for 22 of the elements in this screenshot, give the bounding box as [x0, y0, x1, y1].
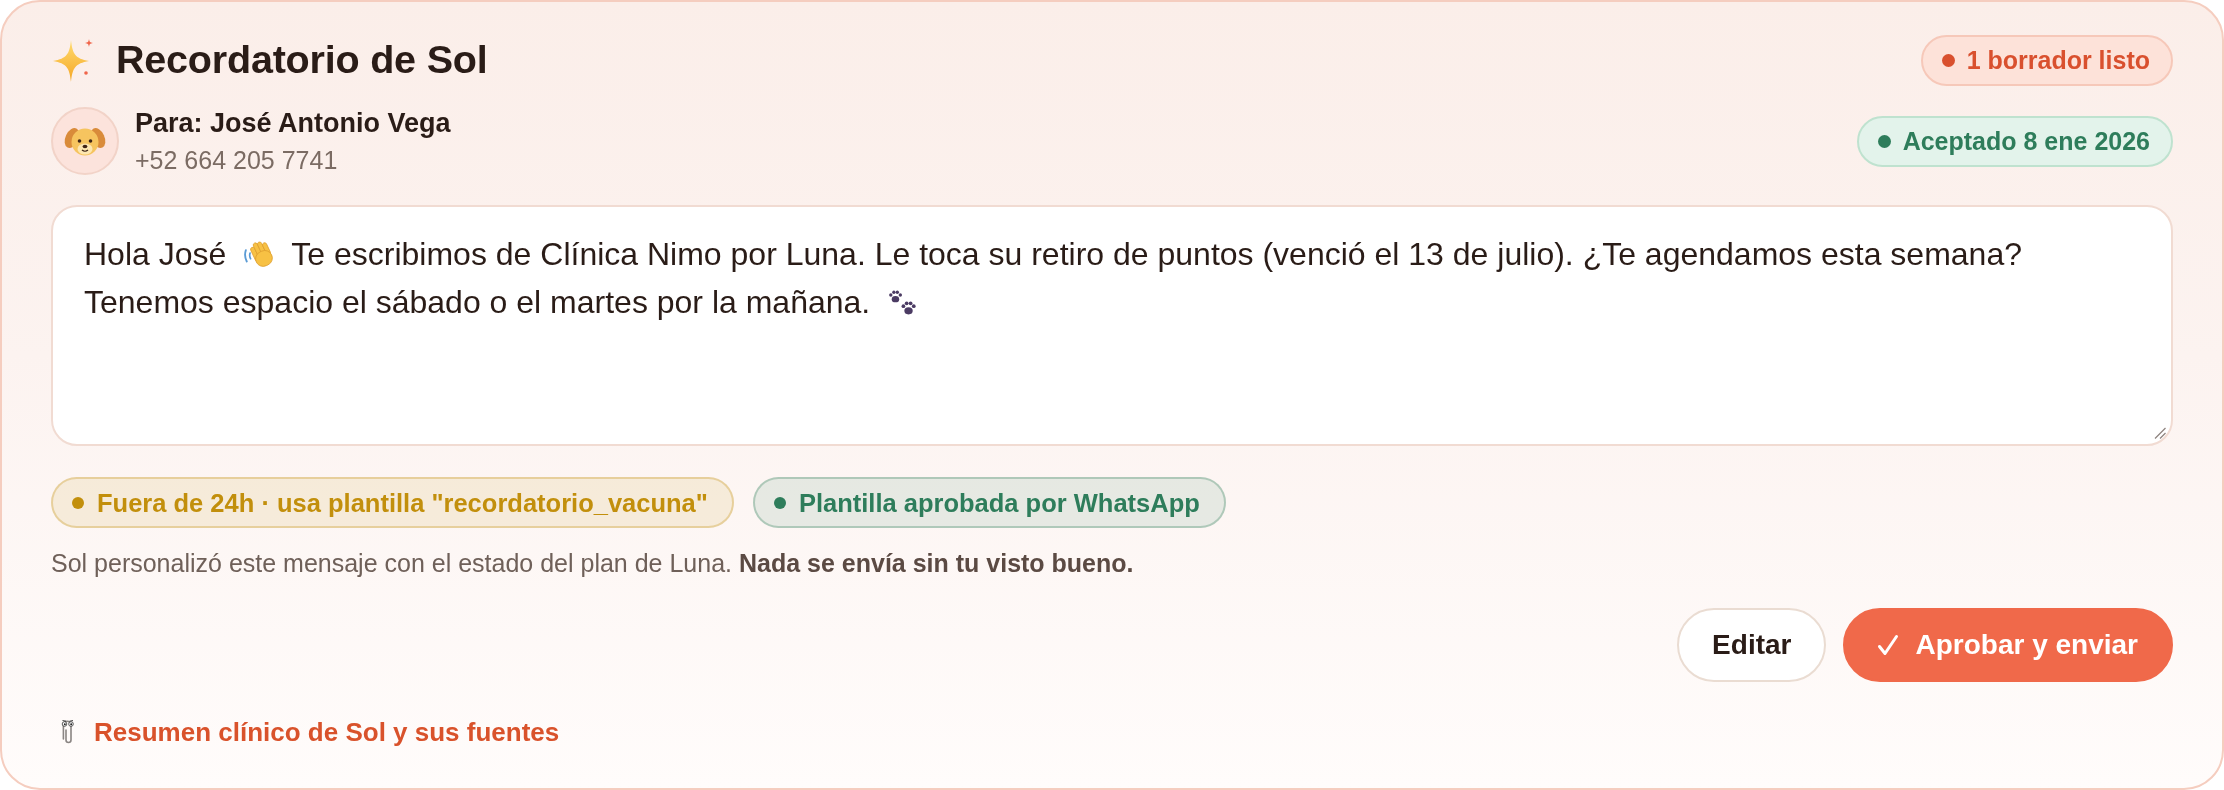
card-title: Recordatorio de Sol [116, 38, 488, 82]
check-icon [1877, 634, 1900, 656]
paperclip-icon [60, 718, 76, 746]
message-text: Tenemos espacio el sábado o el martes por la mañana. [84, 283, 871, 322]
approval-note: Sol personalizó este mensaje con el estado del plan de Luna. Nada se envía sin tu visto bueno. [51, 548, 1134, 578]
waving-hand-icon [243, 238, 276, 270]
status-dot-icon [1877, 134, 1891, 148]
dog-avatar-icon [51, 107, 119, 175]
paw-prints-icon [886, 288, 919, 316]
tag-label: Plantilla aprobada por WhatsApp [798, 487, 1200, 518]
sources-link[interactable]: Resumen clínico de Sol y sus fuentes [94, 717, 560, 747]
message-text: Te escribimos de Clínica Nimo por Luna. Le toca su retiro de puntos (venció el 13 de julio). ¿Te agendamos esta semana? [291, 235, 2022, 274]
phone-number: +52 664 205 7741 [135, 146, 339, 174]
message-field[interactable]: Hola José Te escribimos de Clínica Nimo por Luna. Le toca su retiro de puntos (venció el 13 de julio). ¿Te agendamos esta semana? Tenemos espacio el sábado o el martes por la mañana. [51, 205, 2173, 446]
badge-label: Aceptado 8 ene 2026 [1902, 126, 2150, 156]
resize-handle-icon[interactable] [2154, 427, 2166, 439]
badge-label: 1 borrador listo [1966, 45, 2150, 75]
edit-button[interactable]: Editar [1677, 608, 1827, 682]
message-greeting: Hola José [84, 235, 227, 274]
status-dot-icon [1941, 53, 1955, 67]
tag-label: Fuera de 24h · usa plantilla "recordatorio_vacuna" [97, 487, 708, 518]
recipient-name: Para: José Antonio Vega [135, 108, 451, 138]
